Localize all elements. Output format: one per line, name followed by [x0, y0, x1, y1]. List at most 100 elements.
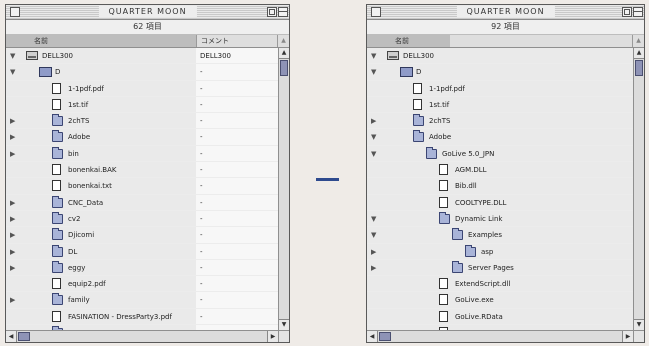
list-item[interactable]: 1st.tif [367, 96, 633, 114]
list-item[interactable]: ▼ D - [6, 64, 278, 81]
item-name: D [416, 68, 422, 77]
name-column-header[interactable]: 名前 [367, 35, 450, 47]
disclosure-expanded-icon[interactable]: ▼ [371, 146, 376, 162]
item-name: bonenkai.txt [68, 182, 112, 191]
list-item[interactable]: ▼ DELL300 [367, 48, 633, 65]
disclosure-expanded-icon[interactable]: ▼ [371, 211, 376, 227]
list-item[interactable]: ▶ asp [367, 243, 633, 260]
window-titlebar[interactable]: QUARTER MOON [367, 5, 644, 20]
file-icon [439, 180, 448, 192]
scroll-left-arrow-icon[interactable]: ◀ [367, 331, 378, 342]
scroll-right-arrow-icon[interactable]: ▶ [622, 331, 633, 342]
name-column-header[interactable]: 名前 [6, 35, 196, 47]
list-item[interactable]: ▶ eggy - [6, 259, 278, 277]
list-item[interactable]: ▶ CNC_Data - [6, 194, 278, 211]
list-item[interactable]: ▼ Dynamic Link [367, 210, 633, 228]
horizontal-scrollbar[interactable]: ◀ ▶ [367, 330, 633, 342]
list-item[interactable]: ▶ DL - [6, 243, 278, 260]
list-item[interactable]: equip2.pdf - [6, 276, 278, 293]
vertical-scrollbar[interactable]: ▲ ▼ [278, 48, 289, 330]
folder-icon [452, 260, 463, 273]
list-item[interactable]: ▶ 2chTS [367, 113, 633, 130]
disclosure-collapsed-icon[interactable]: ▶ [10, 195, 15, 211]
list-item[interactable]: bonenkai.BAK - [6, 162, 278, 179]
disclosure-expanded-icon[interactable]: ▼ [371, 48, 376, 64]
list-item[interactable]: ▼ Adobe [367, 129, 633, 146]
list-item[interactable]: ▼ GoLive 5.0_JPN [367, 145, 633, 163]
disclosure-expanded-icon[interactable]: ▼ [371, 64, 376, 80]
scroll-right-arrow-icon[interactable]: ▶ [267, 331, 278, 342]
list-item[interactable]: FASINATION - DressParty3.pdf - [6, 308, 278, 326]
sort-direction-icon[interactable]: ▲ [277, 35, 289, 47]
comment-column-header[interactable]: コメント [196, 35, 229, 47]
list-item[interactable]: ▶ Djicomi - [6, 227, 278, 244]
item-comment: - [200, 214, 203, 223]
disclosure-collapsed-icon[interactable]: ▶ [10, 292, 15, 308]
list-item[interactable]: bonenkai.txt - [6, 178, 278, 195]
window-title: QUARTER MOON [98, 6, 197, 17]
list-item[interactable]: AGM.DLL [367, 162, 633, 179]
disclosure-collapsed-icon[interactable]: ▶ [371, 113, 376, 129]
list-item[interactable]: ▶ 2chTS - [6, 113, 278, 130]
disclosure-collapsed-icon[interactable]: ▶ [10, 129, 15, 145]
disclosure-expanded-icon[interactable]: ▼ [371, 129, 376, 145]
name-column-shade [367, 80, 633, 96]
scroll-thumb[interactable] [379, 332, 391, 341]
scroll-thumb[interactable] [18, 332, 30, 341]
list-item[interactable]: ▶ Server Pages [367, 259, 633, 277]
collapse-box[interactable] [278, 7, 288, 17]
folder-icon [452, 228, 463, 241]
scroll-thumb[interactable] [635, 60, 643, 76]
disclosure-collapsed-icon[interactable]: ▶ [10, 227, 15, 243]
disclosure-collapsed-icon[interactable]: ▶ [10, 211, 15, 227]
resize-grip[interactable] [633, 330, 644, 342]
list-item[interactable]: ▶ family - [6, 292, 278, 309]
file-icon [439, 310, 448, 322]
disclosure-collapsed-icon[interactable]: ▶ [371, 244, 376, 260]
list-item[interactable]: 1-1pdf.pdf - [6, 80, 278, 97]
list-item[interactable]: ▶ cv2 - [6, 210, 278, 228]
disclosure-collapsed-icon[interactable]: ▶ [10, 113, 15, 129]
list-item[interactable]: ▶ bin - [6, 145, 278, 163]
item-name: equip2.pdf [68, 280, 106, 289]
item-name: bonenkai.BAK [68, 166, 117, 175]
zoom-box[interactable] [622, 7, 632, 17]
list-item[interactable]: ▼ DELL300 DELL300 [6, 48, 278, 65]
disclosure-expanded-icon[interactable]: ▼ [10, 48, 15, 64]
scroll-up-arrow-icon[interactable]: ▲ [279, 48, 289, 59]
scroll-left-arrow-icon[interactable]: ◀ [6, 331, 17, 342]
item-comment: - [200, 166, 203, 175]
disclosure-collapsed-icon[interactable]: ▶ [10, 146, 15, 162]
disclosure-collapsed-icon[interactable]: ▶ [371, 260, 376, 276]
disclosure-collapsed-icon[interactable]: ▶ [10, 244, 15, 260]
list-item[interactable]: 1st.tif - [6, 96, 278, 114]
list-item[interactable]: GoLive.exe [367, 292, 633, 309]
list-item[interactable]: COOLTYPE.DLL [367, 194, 633, 211]
file-icon [52, 82, 61, 94]
zoom-box[interactable] [267, 7, 277, 17]
window-titlebar[interactable]: QUARTER MOON [6, 5, 289, 20]
sort-direction-icon[interactable]: ▲ [632, 35, 644, 47]
vertical-scrollbar[interactable]: ▲ ▼ [633, 48, 644, 330]
folder-icon [52, 260, 63, 273]
disclosure-collapsed-icon[interactable]: ▶ [10, 260, 15, 276]
list-item[interactable]: 1-1pdf.pdf [367, 80, 633, 97]
disclosure-expanded-icon[interactable]: ▼ [371, 227, 376, 243]
list-item[interactable]: Bib.dll [367, 178, 633, 195]
scroll-down-arrow-icon[interactable]: ▼ [279, 319, 289, 330]
list-item[interactable]: GoLive.RData [367, 308, 633, 326]
list-item[interactable]: ▶ Adobe - [6, 129, 278, 146]
scroll-down-arrow-icon[interactable]: ▼ [634, 319, 644, 330]
collapse-box[interactable] [633, 7, 643, 17]
scroll-up-arrow-icon[interactable]: ▲ [634, 48, 644, 59]
list-item[interactable]: ▼ Examples [367, 227, 633, 244]
list-item[interactable]: ExtendScript.dll [367, 276, 633, 293]
close-box[interactable] [10, 7, 20, 17]
disclosure-expanded-icon[interactable]: ▼ [10, 64, 15, 80]
resize-grip[interactable] [278, 330, 289, 342]
list-item[interactable]: ▼ D [367, 64, 633, 81]
close-box[interactable] [371, 7, 381, 17]
horizontal-scrollbar[interactable]: ◀ ▶ [6, 330, 278, 342]
item-name: ExtendScript.dll [455, 280, 511, 289]
scroll-thumb[interactable] [280, 60, 288, 76]
